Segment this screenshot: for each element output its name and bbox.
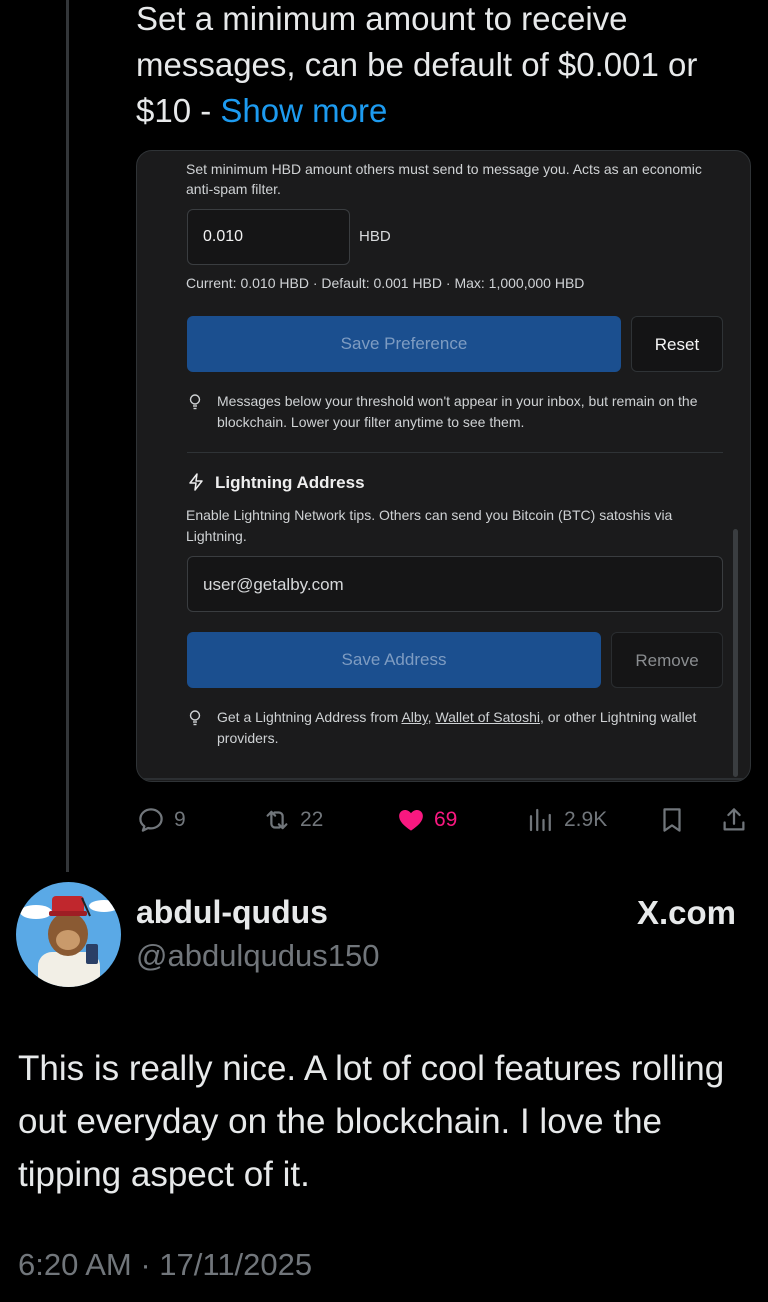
remove-button[interactable]: Remove	[611, 632, 723, 688]
thread-connector-line	[66, 0, 69, 872]
save-preference-button[interactable]: Save Preference	[187, 316, 621, 372]
lightbulb-icon	[189, 394, 201, 410]
reply-button[interactable]: 9	[136, 804, 186, 836]
tweet-text: Set a minimum amount to receive messages…	[136, 0, 756, 134]
heart-icon	[399, 810, 423, 831]
author-name[interactable]: abdul-qudus	[136, 894, 328, 931]
lightning-tip: Get a Lightning Address from Alby, Walle…	[187, 707, 707, 749]
share-button[interactable]	[719, 804, 749, 836]
reply-icon	[139, 808, 163, 832]
hbd-amount-input[interactable]: 0.010	[187, 209, 350, 265]
reset-button[interactable]: Reset	[631, 316, 723, 372]
scrollbar-thumb[interactable]	[733, 529, 738, 777]
bookmark-button[interactable]	[657, 804, 687, 836]
views-button[interactable]: 2.9K	[526, 804, 607, 836]
share-icon	[723, 808, 745, 831]
wallet-of-satoshi-link[interactable]: Wallet of Satoshi	[435, 709, 540, 725]
lightning-address-input[interactable]: user@getalby.com	[187, 556, 723, 612]
avatar-image	[16, 882, 121, 987]
attached-screenshot[interactable]: Set minimum HBD amount others must send …	[136, 150, 751, 782]
lightning-address-title: Lightning Address	[215, 473, 365, 492]
tweet-timestamp[interactable]: 6:20 AM · 17/11/2025	[18, 1247, 312, 1283]
section-divider	[187, 452, 723, 453]
views-count: 2.9K	[564, 808, 608, 831]
lightning-bolt-icon	[189, 473, 203, 491]
threshold-tip: Messages below your threshold won't appe…	[187, 391, 707, 433]
alby-link[interactable]: Alby	[401, 709, 427, 725]
card-bottom-edge	[137, 778, 750, 780]
source-label: X.com	[636, 894, 736, 931]
like-count: 69	[434, 808, 458, 831]
retweet-icon	[266, 810, 288, 830]
bookmark-icon	[663, 808, 681, 832]
retweet-button[interactable]: 22	[262, 804, 323, 836]
views-icon	[529, 808, 551, 832]
lightning-address-heading: Lightning Address	[187, 473, 365, 493]
min-hbd-description: Set minimum HBD amount others must send …	[186, 161, 702, 197]
like-button[interactable]: 69	[396, 804, 457, 836]
threshold-tip-text: Messages below your threshold won't appe…	[217, 393, 698, 430]
lightning-description: Enable Lightning Network tips. Others ca…	[186, 507, 673, 544]
tweet-action-bar: 9 22 69 2.9K	[0, 804, 768, 836]
hbd-unit-label: HBD	[359, 228, 391, 245]
save-address-button[interactable]: Save Address	[187, 632, 601, 688]
avatar[interactable]	[16, 882, 121, 987]
reply-count: 9	[174, 808, 186, 831]
retweet-count: 22	[300, 808, 324, 831]
tip2-prefix: Get a Lightning Address from	[217, 709, 402, 725]
author-handle[interactable]: @abdulqudus150	[136, 938, 380, 974]
show-more-link[interactable]: Show more	[220, 92, 387, 129]
current-limits-text: Current: 0.010 HBD · Default: 0.001 HBD …	[186, 275, 585, 291]
reply-tweet-text: This is really nice. A lot of cool featu…	[18, 1049, 725, 1194]
lightbulb-icon	[189, 710, 201, 726]
